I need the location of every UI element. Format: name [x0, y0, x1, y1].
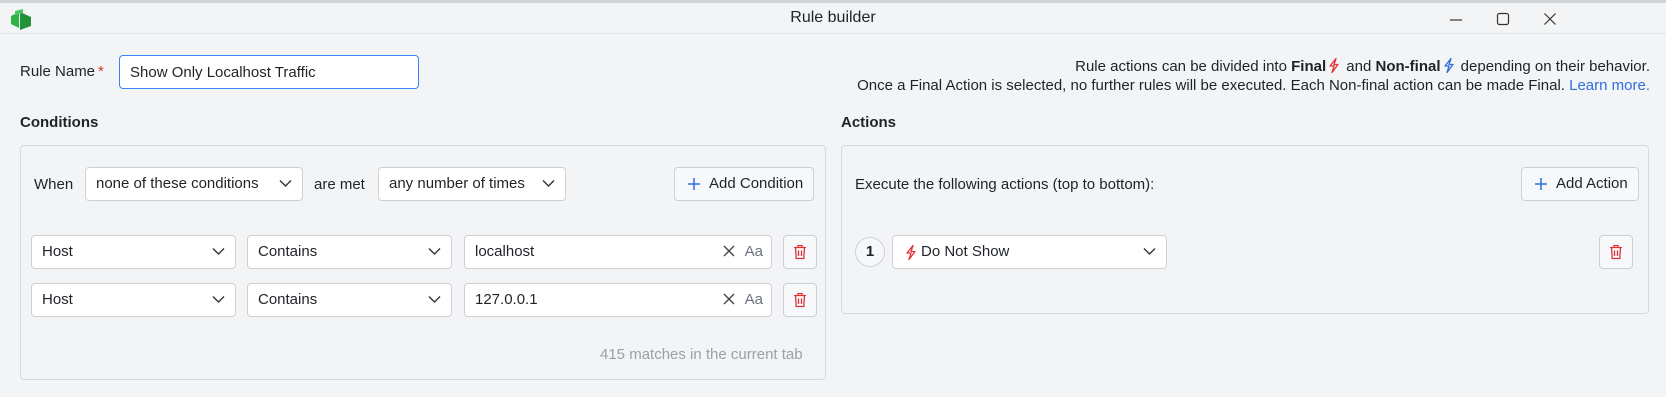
condition-value-input[interactable]: 127.0.0.1 Aa [464, 283, 772, 317]
condition-operator-select[interactable]: Contains [247, 283, 452, 317]
match-case-toggle[interactable]: Aa [745, 236, 763, 268]
condition-operator-value: Contains [258, 291, 318, 308]
rule-actions-help: Rule actions can be divided into Final a… [857, 57, 1650, 95]
add-condition-label: Add Condition [709, 175, 804, 192]
minimize-button[interactable] [1438, 7, 1474, 31]
minimize-icon [1450, 19, 1462, 21]
final-bolt-icon [1329, 58, 1339, 73]
execute-label: Execute the following actions (top to bo… [855, 176, 1155, 193]
action-step-badge: 1 [855, 237, 885, 267]
condition-value-text: localhost [475, 243, 535, 260]
add-action-label: Add Action [1556, 175, 1628, 192]
match-mode-value: none of these conditions [96, 175, 259, 192]
help-and: and [1346, 58, 1372, 75]
trash-icon [794, 292, 806, 308]
when-label: When [34, 176, 74, 193]
are-met-label: are met [314, 176, 365, 193]
final-bolt-icon [906, 245, 916, 260]
condition-field-select[interactable]: Host [31, 235, 236, 269]
condition-field-select[interactable]: Host [31, 283, 236, 317]
help-prefix: Rule actions can be divided into [1075, 58, 1287, 75]
nonfinal-label: Non-final [1375, 58, 1441, 75]
close-button[interactable] [1532, 7, 1568, 31]
condition-field-value: Host [42, 291, 73, 308]
chevron-down-icon [212, 248, 225, 255]
maximize-button[interactable] [1485, 7, 1521, 31]
learn-more-link[interactable]: Learn more. [1569, 77, 1650, 94]
chevron-down-icon [542, 180, 555, 187]
title-bar: Rule builder [0, 3, 1666, 34]
plus-icon [1535, 178, 1547, 190]
delete-condition-button[interactable] [783, 283, 817, 317]
condition-value-text: 127.0.0.1 [475, 291, 538, 308]
clear-icon[interactable] [723, 245, 735, 257]
action-type-value: Do Not Show [921, 243, 1010, 260]
chevron-down-icon [1143, 248, 1156, 255]
chevron-down-icon [428, 296, 441, 303]
chevron-down-icon [212, 296, 225, 303]
trash-icon [1610, 244, 1622, 260]
clear-icon[interactable] [723, 293, 735, 305]
rule-name-input[interactable] [119, 55, 419, 89]
help-line-1: Rule actions can be divided into Final a… [857, 57, 1650, 76]
frequency-value: any number of times [389, 175, 525, 192]
rule-name-label: Rule Name * [20, 63, 104, 80]
condition-value-input[interactable]: localhost Aa [464, 235, 772, 269]
condition-operator-select[interactable]: Contains [247, 235, 452, 269]
plus-icon [688, 178, 700, 190]
add-action-button[interactable]: Add Action [1521, 167, 1639, 201]
help-suffix: depending on their behavior. [1460, 58, 1650, 75]
match-case-toggle[interactable]: Aa [745, 284, 763, 316]
window-title: Rule builder [790, 9, 876, 26]
frequency-select[interactable]: any number of times [378, 167, 566, 201]
help-line-2: Once a Final Action is selected, no furt… [857, 76, 1650, 95]
rule-name-label-text: Rule Name [20, 63, 96, 80]
condition-field-value: Host [42, 243, 73, 260]
close-icon [1544, 13, 1556, 25]
chevron-down-icon [279, 180, 292, 187]
matches-count: 415 matches in the current tab [600, 346, 803, 363]
condition-operator-value: Contains [258, 243, 318, 260]
nonfinal-bolt-icon [1443, 58, 1454, 73]
maximize-icon [1496, 12, 1510, 26]
help-line-2-text: Once a Final Action is selected, no furt… [857, 77, 1565, 94]
final-label: Final [1291, 58, 1327, 75]
trash-icon [794, 244, 806, 260]
delete-action-button[interactable] [1599, 235, 1633, 269]
delete-condition-button[interactable] [783, 235, 817, 269]
actions-title: Actions [841, 114, 897, 131]
action-type-select[interactable]: Do Not Show [892, 235, 1167, 269]
add-condition-button[interactable]: Add Condition [674, 167, 815, 201]
chevron-down-icon [428, 248, 441, 255]
conditions-title: Conditions [20, 114, 99, 131]
required-mark: * [98, 63, 104, 80]
match-mode-select[interactable]: none of these conditions [85, 167, 303, 201]
